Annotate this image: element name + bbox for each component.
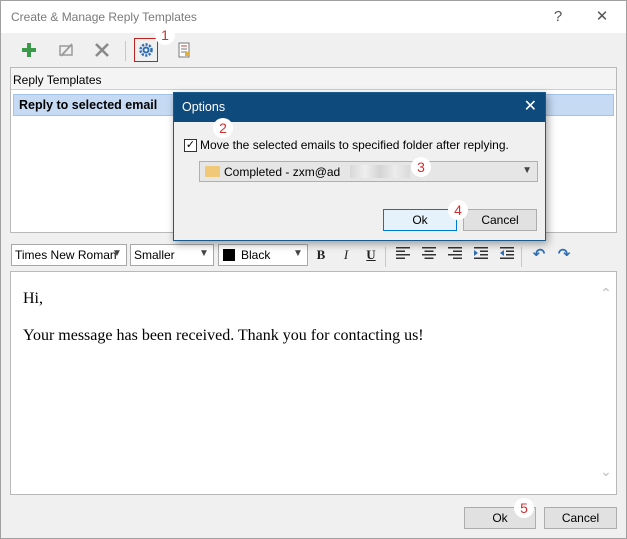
callout-4: 4 <box>448 200 468 220</box>
template-list-button[interactable] <box>173 39 195 61</box>
indent-icon <box>474 247 488 259</box>
redo-button[interactable]: ↷ <box>554 246 574 264</box>
template-editor[interactable]: Hi, Your message has been received. Than… <box>10 271 617 495</box>
font-color-value: Black <box>241 248 271 262</box>
chevron-down-icon: ▼ <box>522 165 532 176</box>
delete-icon <box>95 43 109 57</box>
align-center-button[interactable] <box>419 246 439 264</box>
chevron-down-icon: ▼ <box>293 248 303 259</box>
toolbar-separator <box>521 247 522 267</box>
italic-button[interactable]: I <box>336 246 356 264</box>
outdent-icon <box>500 247 514 259</box>
dialog-title: Options <box>182 100 226 114</box>
checkmark-icon: ✓ <box>185 139 196 151</box>
window-title: Create & Manage Reply Templates <box>11 10 197 24</box>
font-size-value: Smaller <box>134 248 175 262</box>
outdent-button[interactable] <box>497 246 517 264</box>
color-swatch <box>223 249 235 261</box>
undo-button[interactable]: ↶ <box>529 246 549 264</box>
dialog-close-button[interactable]: ✕ <box>524 97 537 117</box>
redo-icon: ↷ <box>557 246 571 263</box>
delete-template-button[interactable] <box>91 39 113 61</box>
undo-icon: ↶ <box>532 246 546 263</box>
chevron-down-icon: ▼ <box>112 248 122 259</box>
add-icon <box>22 43 36 57</box>
toolbar-separator <box>125 41 126 61</box>
callout-1: 1 <box>155 25 175 45</box>
align-right-button[interactable] <box>445 246 465 264</box>
folder-value: Completed - zxm@ad <box>224 165 341 179</box>
template-list-icon <box>178 42 190 58</box>
editor-line: Your message has been received. Thank yo… <box>23 327 424 344</box>
title-bar: Create & Manage Reply Templates ? ✕ <box>1 1 626 33</box>
font-size-select[interactable]: Smaller ▼ <box>130 244 214 266</box>
folder-icon <box>205 166 220 177</box>
toolbar-separator <box>385 247 386 267</box>
edit-disabled-icon <box>59 43 73 57</box>
callout-5: 5 <box>514 498 534 518</box>
settings-gear-icon <box>139 43 153 57</box>
dialog-cancel-button[interactable]: Cancel <box>463 209 537 231</box>
help-button[interactable]: ? <box>547 7 569 27</box>
font-color-select[interactable]: Black ▼ <box>218 244 308 266</box>
align-center-icon <box>422 247 436 259</box>
dialog-title-bar: Options ✕ <box>174 93 545 122</box>
cancel-button[interactable]: Cancel <box>544 507 617 529</box>
bold-button[interactable]: B <box>311 246 331 264</box>
dialog-ok-button[interactable]: Ok <box>383 209 457 231</box>
indent-button[interactable] <box>471 246 491 264</box>
font-family-select[interactable]: Times New Roman ▼ <box>11 244 127 266</box>
callout-2: 2 <box>213 118 233 138</box>
move-emails-label: Move the selected emails to specified fo… <box>200 138 509 152</box>
edit-template-button[interactable] <box>55 39 77 61</box>
format-toolbar: Times New Roman ▼ Smaller ▼ Black ▼ B I … <box>1 241 626 269</box>
underline-button[interactable]: U <box>361 246 381 264</box>
align-left-button[interactable] <box>393 246 413 264</box>
editor-line: Hi, <box>23 290 43 307</box>
chevron-down-icon: ▼ <box>199 248 209 259</box>
scroll-up-icon[interactable]: ⌃ <box>599 287 613 301</box>
toolbar <box>1 33 626 67</box>
reply-templates-window: Create & Manage Reply Templates ? ✕ 1 Re… <box>0 0 627 539</box>
list-header: Reply Templates <box>11 68 616 90</box>
font-family-value: Times New Roman <box>15 248 117 262</box>
options-button[interactable] <box>134 38 158 62</box>
close-window-button[interactable]: ✕ <box>591 7 613 27</box>
move-emails-checkbox[interactable]: ✓ <box>184 139 197 152</box>
align-left-icon <box>396 247 410 259</box>
folder-select[interactable]: Completed - zxm@ad ▼ <box>199 161 538 182</box>
add-template-button[interactable] <box>18 39 40 61</box>
callout-3: 3 <box>411 157 431 177</box>
align-right-icon <box>448 247 462 259</box>
scroll-down-icon[interactable]: ⌄ <box>599 465 613 479</box>
options-dialog: Options ✕ ✓ Move the selected emails to … <box>173 92 546 241</box>
redacted-area <box>350 165 410 178</box>
